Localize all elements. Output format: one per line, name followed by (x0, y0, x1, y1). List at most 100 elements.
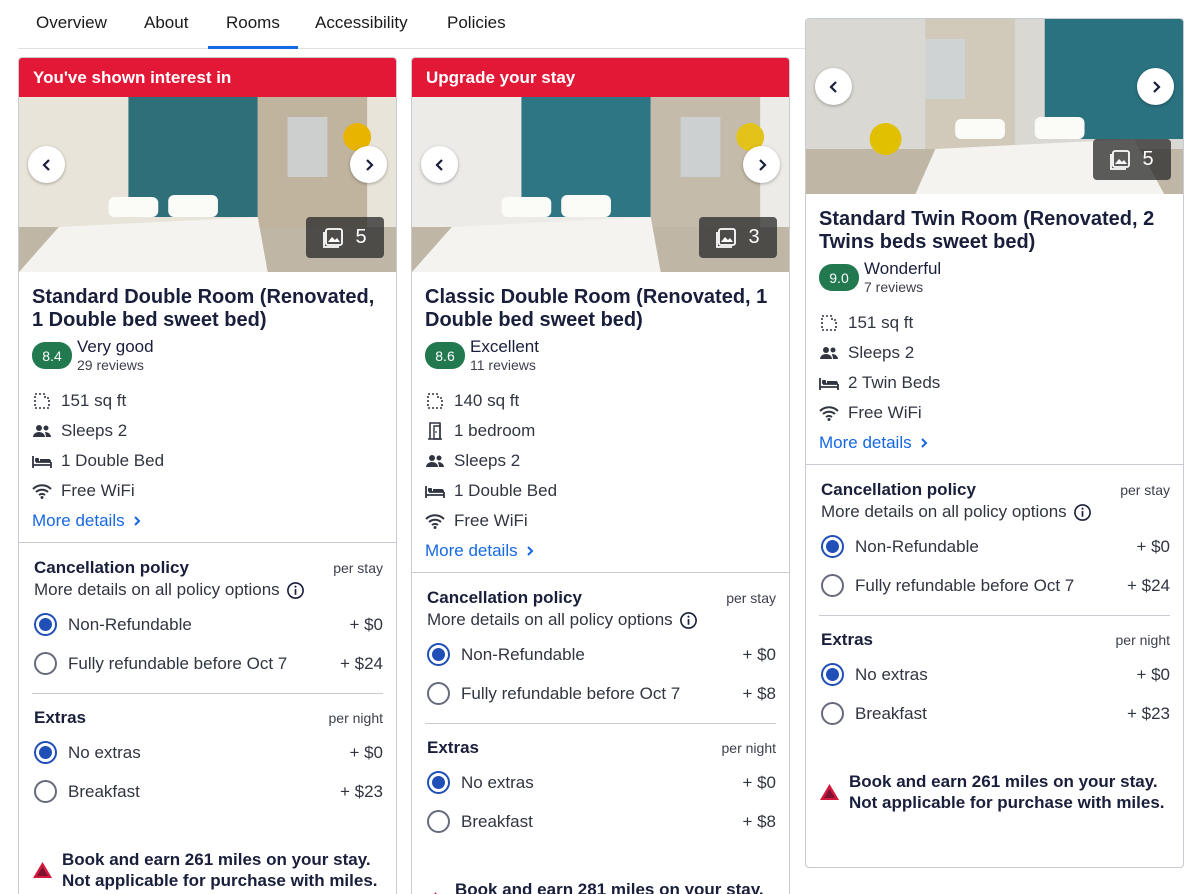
extras-option[interactable]: Breakfast + $23 (821, 694, 1170, 733)
more-details-link[interactable]: More details (32, 510, 383, 532)
option-label: Breakfast (68, 781, 140, 801)
tab-about[interactable]: About (126, 0, 206, 49)
extras-title: Extras (34, 708, 86, 727)
extras-option[interactable]: No extras + $0 (34, 733, 383, 772)
rating: 8.6 Excellent 11 reviews (425, 337, 776, 374)
next-photo-button[interactable] (1137, 68, 1174, 105)
previous-photo-button[interactable] (421, 146, 458, 183)
cancellation-option[interactable]: Non-Refundable + $0 (427, 635, 776, 674)
extras-option[interactable]: No extras + $0 (821, 655, 1170, 694)
gallery-icon (323, 227, 344, 248)
chevron-left-icon (434, 158, 443, 171)
next-photo-button[interactable] (350, 146, 387, 183)
photo-gallery-button[interactable]: 5 (306, 217, 384, 258)
amenity-item: 1 Double Bed (32, 446, 383, 476)
info-icon[interactable] (679, 611, 698, 630)
policy-details-link[interactable]: More details on all policy options (34, 580, 383, 600)
miles-disclaimer: Not applicable for purchase with miles. (849, 793, 1165, 812)
extras-option[interactable]: Breakfast + $8 (427, 802, 776, 841)
radio-button[interactable] (821, 702, 844, 725)
tab-overview[interactable]: Overview (18, 0, 125, 49)
rating-score-badge: 8.4 (32, 342, 72, 369)
room-photo[interactable]: 5 (806, 19, 1183, 194)
cancellation-option[interactable]: Fully refundable before Oct 7 + $24 (821, 566, 1170, 605)
cancellation-option[interactable]: Non-Refundable + $0 (34, 605, 383, 644)
miles-notice: Book and earn 261 miles on your stay. No… (19, 849, 396, 891)
option-label: Non-Refundable (855, 536, 979, 556)
room-card: 5 Standard Twin Room (Renovated, 2 Twins… (805, 18, 1184, 868)
extras-option[interactable]: No extras + $0 (427, 763, 776, 802)
photo-count: 5 (1142, 148, 1154, 170)
amenity-text: 1 Double Bed (454, 481, 558, 500)
card-banner: Upgrade your stay (412, 58, 789, 97)
rating-word: Wonderful (864, 259, 942, 278)
amenity-item: Sleeps 2 (819, 338, 1170, 368)
rating-word: Excellent (470, 337, 539, 356)
amenity-text: 2 Twin Beds (848, 373, 941, 392)
info-icon[interactable] (1073, 503, 1092, 522)
option-label: Non-Refundable (461, 644, 585, 664)
policy-details-link[interactable]: More details on all policy options (427, 610, 776, 630)
option-price: + $0 (742, 644, 776, 664)
radio-button[interactable] (427, 643, 450, 666)
extras-option[interactable]: Breakfast + $23 (34, 772, 383, 811)
room-title: Standard Double Room (Renovated, 1 Doubl… (32, 286, 375, 331)
radio-button[interactable] (34, 613, 57, 636)
option-price: + $8 (742, 811, 776, 831)
radio-button[interactable] (427, 682, 450, 705)
photo-gallery-button[interactable]: 5 (1093, 139, 1171, 180)
tab-accessibility[interactable]: Accessibility (297, 0, 426, 49)
photo-gallery-button[interactable]: 3 (699, 217, 777, 258)
extras-title: Extras (821, 630, 873, 649)
radio-button[interactable] (821, 663, 844, 686)
tab-rooms[interactable]: Rooms (208, 0, 298, 49)
policy-details-link[interactable]: More details on all policy options (821, 502, 1170, 522)
amenity-item: 151 sq ft (32, 386, 383, 416)
divider (412, 572, 789, 573)
option-label: No extras (68, 742, 141, 762)
radio-button[interactable] (34, 652, 57, 675)
cancellation-title: Cancellation policy (427, 588, 582, 607)
previous-photo-button[interactable] (28, 146, 65, 183)
radio-button[interactable] (34, 780, 57, 803)
cancellation-unit: per stay (1120, 482, 1170, 498)
cancellation-title: Cancellation policy (34, 558, 189, 577)
radio-button[interactable] (427, 771, 450, 794)
amenity-item: 140 sq ft (425, 386, 776, 416)
bed-icon (819, 373, 848, 393)
wifi-icon (425, 511, 454, 531)
room-title: Classic Double Room (Renovated, 1 Double… (425, 286, 768, 331)
option-label: Fully refundable before Oct 7 (855, 575, 1075, 595)
tab-policies[interactable]: Policies (429, 0, 524, 49)
amenity-text: Free WiFi (61, 481, 135, 500)
radio-button[interactable] (821, 574, 844, 597)
info-icon[interactable] (286, 581, 305, 600)
option-label: Breakfast (855, 703, 927, 723)
cancellation-title: Cancellation policy (821, 480, 976, 499)
radio-button[interactable] (34, 741, 57, 764)
cancellation-option[interactable]: Fully refundable before Oct 7 + $24 (34, 644, 383, 683)
option-price: + $0 (349, 614, 383, 634)
door-icon (425, 421, 454, 441)
chevron-left-icon (828, 80, 837, 93)
more-details-label: More details (819, 433, 912, 452)
more-details-label: More details (32, 511, 125, 530)
cancellation-option[interactable]: Fully refundable before Oct 7 + $8 (427, 674, 776, 713)
amenity-item: Free WiFi (32, 476, 383, 506)
rating-word: Very good (77, 337, 154, 356)
more-details-link[interactable]: More details (425, 540, 776, 562)
radio-button[interactable] (821, 535, 844, 558)
previous-photo-button[interactable] (815, 68, 852, 105)
radio-button[interactable] (427, 810, 450, 833)
room-photo[interactable]: 5 (19, 97, 396, 272)
amenity-text: Sleeps 2 (454, 451, 521, 470)
chevron-right-icon (526, 546, 534, 556)
option-price: + $0 (742, 772, 776, 792)
cancellation-option[interactable]: Non-Refundable + $0 (821, 527, 1170, 566)
next-photo-button[interactable] (743, 146, 780, 183)
option-price: + $23 (339, 781, 383, 801)
amenity-text: 1 bedroom (454, 421, 536, 440)
more-details-link[interactable]: More details (819, 432, 1170, 454)
room-photo[interactable]: 3 (412, 97, 789, 272)
miles-earn-text: Book and earn 261 miles on your stay. (62, 850, 371, 869)
